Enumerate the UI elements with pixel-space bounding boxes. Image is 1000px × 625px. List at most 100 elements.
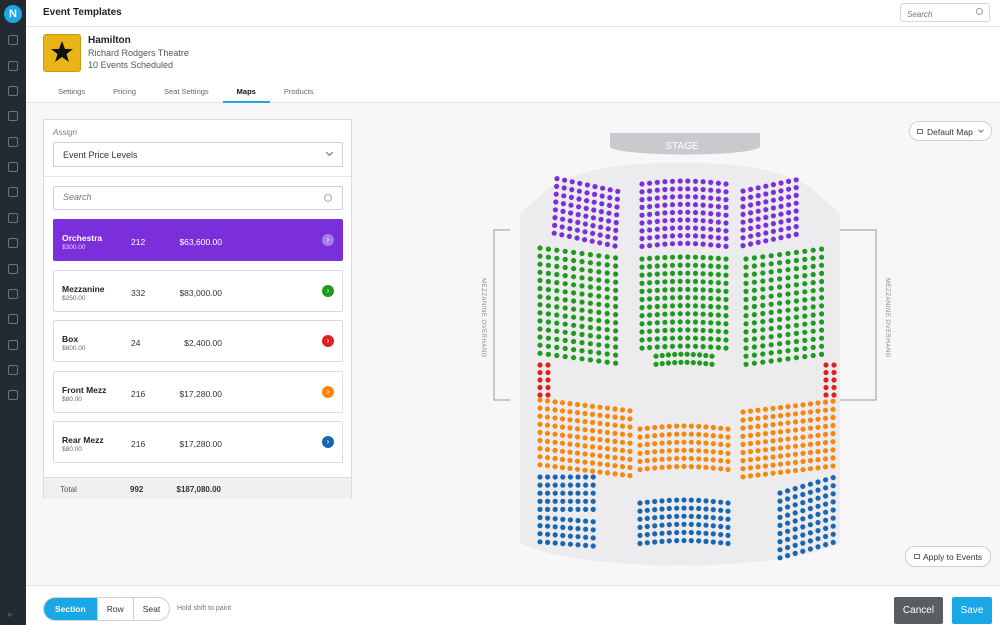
seat[interactable]	[571, 298, 577, 304]
seat[interactable]	[659, 514, 665, 520]
seat[interactable]	[685, 319, 691, 325]
location-icon[interactable]	[8, 238, 18, 248]
seat[interactable]	[743, 305, 749, 311]
seat[interactable]	[654, 218, 660, 224]
seat[interactable]	[589, 403, 596, 409]
seat[interactable]	[810, 296, 816, 302]
seat[interactable]	[639, 272, 645, 278]
seat[interactable]	[545, 482, 551, 488]
seat[interactable]	[710, 457, 716, 463]
seat[interactable]	[696, 538, 702, 544]
seat[interactable]	[545, 377, 551, 383]
seat[interactable]	[537, 269, 543, 275]
seat[interactable]	[582, 221, 588, 227]
seat[interactable]	[552, 415, 558, 421]
seat[interactable]	[545, 303, 551, 309]
seat[interactable]	[830, 406, 836, 412]
seat[interactable]	[639, 204, 645, 210]
seat[interactable]	[553, 191, 559, 197]
seat[interactable]	[751, 303, 757, 310]
seat[interactable]	[677, 240, 683, 246]
seat[interactable]	[681, 463, 687, 470]
seat[interactable]	[568, 194, 574, 200]
seat[interactable]	[644, 466, 650, 472]
seat[interactable]	[654, 226, 660, 232]
seat[interactable]	[685, 286, 691, 292]
seat[interactable]	[823, 542, 829, 548]
seat[interactable]	[613, 352, 619, 358]
seat[interactable]	[696, 497, 702, 503]
seat[interactable]	[614, 196, 620, 202]
seat[interactable]	[815, 416, 821, 422]
seat[interactable]	[589, 419, 596, 426]
seat[interactable]	[819, 319, 825, 325]
seat[interactable]	[677, 270, 683, 276]
seat[interactable]	[639, 220, 645, 226]
seat[interactable]	[770, 182, 776, 188]
seat[interactable]	[748, 241, 754, 247]
seat[interactable]	[743, 296, 749, 303]
seat[interactable]	[659, 538, 665, 544]
seat[interactable]	[613, 360, 619, 366]
seat[interactable]	[700, 327, 706, 333]
seat[interactable]	[587, 268, 593, 274]
seat[interactable]	[544, 406, 551, 412]
seat[interactable]	[743, 313, 749, 319]
seat[interactable]	[815, 432, 821, 438]
seat[interactable]	[537, 342, 543, 348]
seat[interactable]	[696, 456, 702, 462]
seat[interactable]	[552, 524, 558, 530]
seat[interactable]	[639, 337, 645, 343]
seat[interactable]	[768, 301, 774, 307]
seat[interactable]	[579, 267, 585, 273]
seat[interactable]	[545, 270, 551, 276]
seat[interactable]	[718, 540, 724, 546]
seat[interactable]	[579, 331, 585, 338]
seat[interactable]	[747, 473, 754, 479]
seat[interactable]	[792, 427, 799, 433]
seat[interactable]	[637, 516, 643, 522]
seat[interactable]	[537, 421, 543, 427]
seat[interactable]	[562, 256, 568, 262]
seat[interactable]	[647, 235, 653, 241]
seat[interactable]	[819, 270, 825, 276]
seat[interactable]	[604, 278, 610, 284]
seat[interactable]	[751, 271, 757, 277]
seat[interactable]	[723, 337, 729, 343]
seat[interactable]	[688, 513, 694, 519]
seat[interactable]	[554, 255, 560, 261]
seat[interactable]	[715, 336, 721, 342]
seat[interactable]	[770, 413, 776, 420]
seat[interactable]	[760, 262, 766, 268]
seat[interactable]	[760, 359, 766, 365]
seat[interactable]	[619, 464, 626, 470]
seat[interactable]	[681, 505, 687, 511]
seat[interactable]	[777, 349, 783, 355]
seat[interactable]	[715, 328, 721, 334]
seat[interactable]	[662, 271, 668, 277]
seat[interactable]	[748, 210, 754, 216]
seat[interactable]	[700, 311, 706, 317]
seat[interactable]	[544, 422, 551, 428]
seat[interactable]	[639, 305, 645, 311]
seat[interactable]	[666, 530, 672, 536]
seat[interactable]	[807, 505, 813, 512]
seat[interactable]	[591, 207, 597, 213]
seat[interactable]	[802, 313, 808, 319]
seat[interactable]	[559, 408, 566, 414]
chevron-right-icon[interactable]: ›	[322, 385, 334, 398]
seat[interactable]	[815, 479, 821, 485]
seat[interactable]	[725, 524, 731, 530]
seat[interactable]	[662, 327, 668, 333]
seat[interactable]	[777, 292, 783, 298]
seat[interactable]	[723, 189, 729, 195]
seat[interactable]	[815, 544, 821, 550]
seat[interactable]	[654, 263, 660, 269]
seat[interactable]	[755, 216, 761, 222]
seat[interactable]	[604, 351, 610, 357]
seat[interactable]	[612, 406, 618, 412]
seat[interactable]	[768, 261, 774, 267]
seat[interactable]	[562, 345, 568, 352]
seat[interactable]	[725, 540, 731, 547]
seat[interactable]	[715, 263, 721, 270]
